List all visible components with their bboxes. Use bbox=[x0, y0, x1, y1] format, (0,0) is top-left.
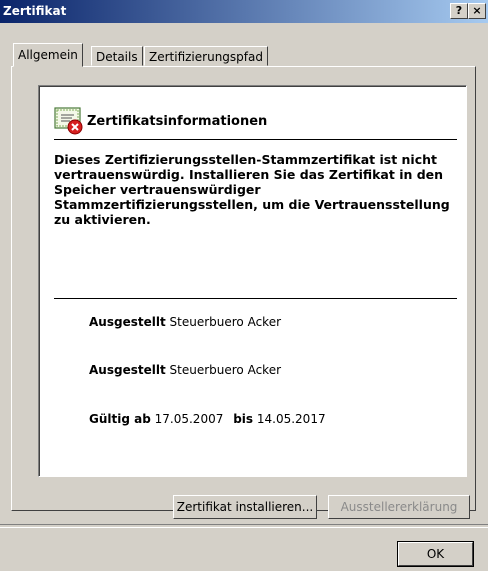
divider bbox=[54, 139, 457, 140]
ok-button[interactable]: OK bbox=[397, 541, 474, 567]
close-button[interactable]: × bbox=[468, 3, 486, 19]
issuer-statement-button[interactable]: Ausstellererklärung bbox=[328, 495, 470, 519]
title-bar[interactable]: Zertifikat ? × bbox=[0, 0, 488, 23]
trust-message: Dieses Zertifizierungsstellen-Stammzerti… bbox=[54, 152, 450, 227]
issued-by-value: Steuerbuero Acker bbox=[169, 363, 282, 377]
certificate-error-icon bbox=[54, 107, 83, 135]
issued-to-row: Ausgestellt Steuerbuero Acker bbox=[89, 315, 281, 329]
valid-from-label: Gültig ab bbox=[89, 412, 151, 426]
issued-to-label: Ausgestellt bbox=[89, 315, 166, 329]
install-certificate-button[interactable]: Zertifikat installieren... bbox=[173, 495, 317, 519]
tab-details[interactable]: Details bbox=[91, 46, 143, 66]
issued-by-row: Ausgestellt Steuerbuero Acker bbox=[89, 363, 281, 377]
window-title: Zertifikat bbox=[3, 4, 67, 18]
certificate-info-panel: Zertifikatsinformationen Dieses Zertifiz… bbox=[38, 85, 467, 477]
tab-allgemein[interactable]: Allgemein bbox=[13, 43, 83, 67]
issued-to-value: Steuerbuero Acker bbox=[169, 315, 282, 329]
valid-from-value: 17.05.2007 bbox=[154, 412, 224, 426]
divider bbox=[54, 298, 457, 299]
issued-by-label: Ausgestellt bbox=[89, 363, 166, 377]
info-heading: Zertifikatsinformationen bbox=[87, 114, 268, 129]
tab-zertifizierungspfad[interactable]: Zertifizierungspfad bbox=[144, 46, 268, 66]
validity-row: Gültig ab 17.05.2007 bis 14.05.2017 bbox=[89, 412, 326, 426]
valid-to-label: bis bbox=[233, 412, 254, 426]
tab-label: Allgemein bbox=[18, 48, 78, 62]
tab-label: Details bbox=[96, 50, 138, 64]
tab-label: Zertifizierungspfad bbox=[149, 50, 263, 64]
help-button[interactable]: ? bbox=[450, 3, 468, 19]
valid-to-value: 14.05.2017 bbox=[256, 412, 326, 426]
separator bbox=[0, 524, 488, 528]
